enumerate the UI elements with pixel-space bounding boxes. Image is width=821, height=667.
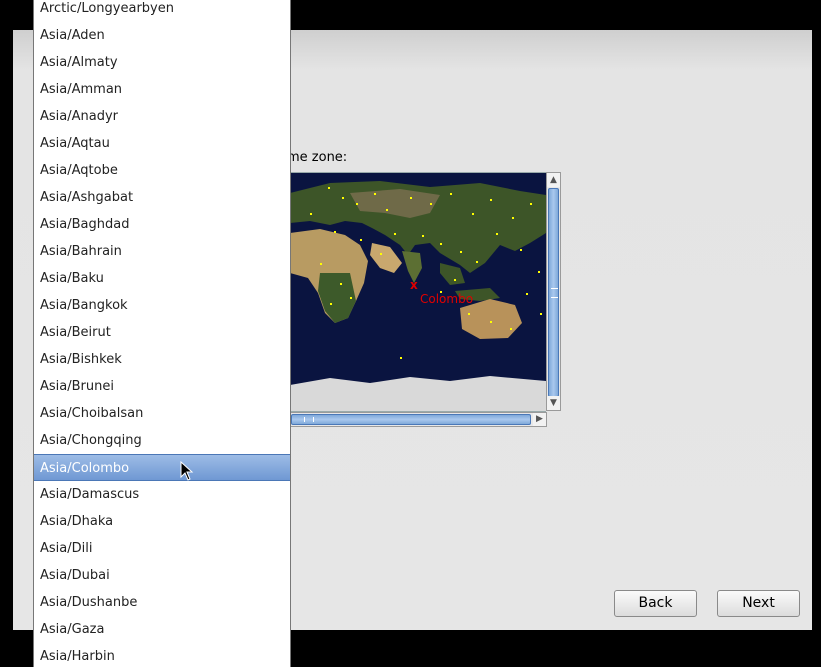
map-horizontal-scroll-thumb[interactable] (291, 414, 531, 425)
map-vertical-scrollbar[interactable]: ▲ ▼ (546, 172, 561, 411)
timezone-option[interactable]: Asia/Dhaka (34, 508, 290, 535)
timezone-option[interactable]: Asia/Brunei (34, 373, 290, 400)
timezone-option[interactable]: Asia/Bahrain (34, 238, 290, 265)
timezone-option[interactable]: Arctic/Longyearbyen (34, 0, 290, 22)
scroll-right-arrow-icon[interactable]: ▶ (533, 413, 546, 426)
world-map[interactable]: x Colombo (290, 172, 546, 412)
timezone-option[interactable]: Asia/Almaty (34, 49, 290, 76)
timezone-option[interactable]: Asia/Chongqing (34, 427, 290, 454)
map-marker: x (410, 278, 418, 292)
timezone-option[interactable]: Asia/Damascus (34, 481, 290, 508)
arrow-cursor-icon (180, 461, 194, 481)
timezone-option[interactable]: Asia/Dili (34, 535, 290, 562)
timezone-option[interactable]: Asia/Dushanbe (34, 589, 290, 616)
timezone-option[interactable]: Asia/Harbin (34, 643, 290, 667)
timezone-option[interactable]: Asia/Aqtobe (34, 157, 290, 184)
timezone-option[interactable]: Asia/Ashgabat (34, 184, 290, 211)
timezone-option[interactable]: Asia/Baghdad (34, 211, 290, 238)
next-button[interactable]: Next (717, 590, 800, 617)
timezone-label: me zone: (287, 150, 348, 165)
map-city-label: Colombo (420, 292, 473, 306)
timezone-map-frame: x Colombo ▲ ▼ (290, 172, 562, 412)
timezone-option[interactable]: Asia/Dubai (34, 562, 290, 589)
timezone-option[interactable]: Asia/Bishkek (34, 346, 290, 373)
timezone-option[interactable]: Asia/Baku (34, 265, 290, 292)
map-vertical-scroll-thumb[interactable] (548, 188, 559, 397)
timezone-option[interactable]: Asia/Bangkok (34, 292, 290, 319)
back-button[interactable]: Back (614, 590, 697, 617)
map-horizontal-scrollbar[interactable]: ▶ (290, 412, 547, 427)
timezone-option-selected[interactable]: Asia/Colombo (34, 454, 290, 481)
timezone-option[interactable]: Asia/Aqtau (34, 130, 290, 157)
scroll-up-arrow-icon[interactable]: ▲ (547, 173, 560, 187)
timezone-option[interactable]: Asia/Aden (34, 22, 290, 49)
scroll-down-arrow-icon[interactable]: ▼ (547, 396, 560, 410)
timezone-option[interactable]: Asia/Gaza (34, 616, 290, 643)
timezone-option[interactable]: Asia/Amman (34, 76, 290, 103)
world-map-image[interactable]: x Colombo (290, 173, 546, 411)
timezone-dropdown-list[interactable]: Arctic/Longyearbyen Asia/Aden Asia/Almaty A… (33, 0, 291, 667)
timezone-option[interactable]: Asia/Choibalsan (34, 400, 290, 427)
timezone-option[interactable]: Asia/Anadyr (34, 103, 290, 130)
timezone-option[interactable]: Asia/Beirut (34, 319, 290, 346)
